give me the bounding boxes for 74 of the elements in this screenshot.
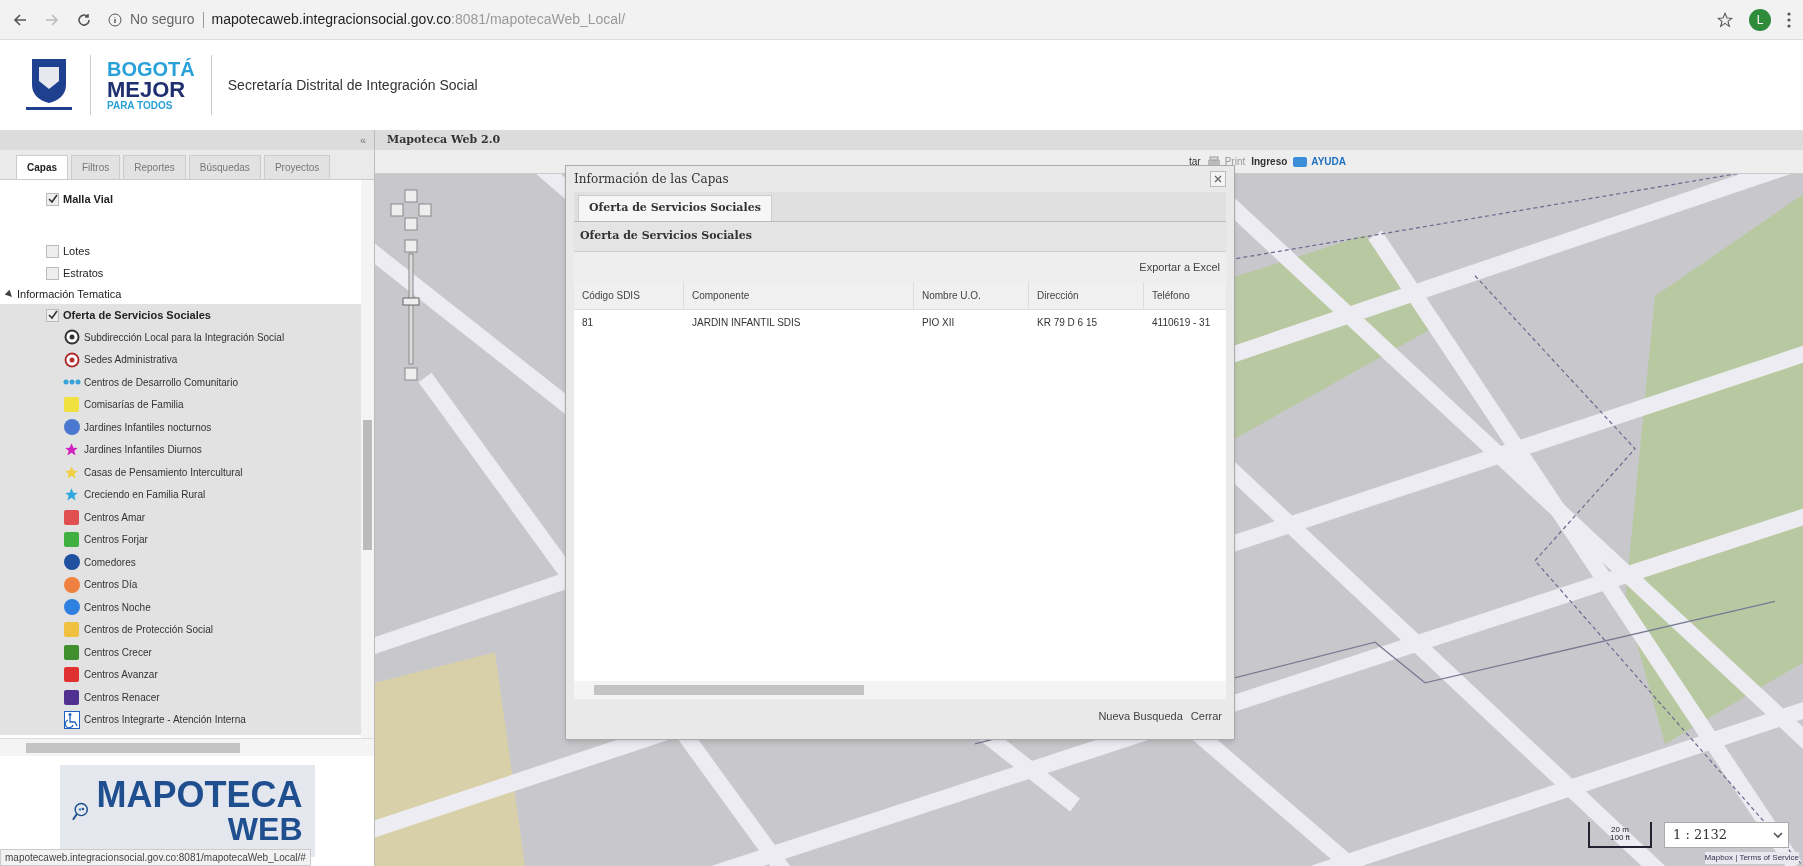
dialog-tab[interactable]: Oferta de Servicios Sociales — [578, 195, 772, 221]
close-button[interactable] — [1210, 171, 1226, 187]
legend-label: Centros Renacer — [84, 690, 160, 705]
legend-label: Comedores — [84, 555, 136, 570]
column-header[interactable]: Código SDIS — [574, 282, 684, 309]
legend-label: Jardines Infantiles nocturnos — [84, 420, 212, 435]
vertical-scrollbar[interactable] — [361, 180, 374, 738]
legend-label: Comisarías de Familia — [84, 398, 184, 413]
table-cell-text: JARDIN INFANTIL SDIS — [691, 315, 802, 330]
security-label: No seguro — [130, 10, 195, 29]
column-header[interactable]: Teléfono — [1144, 282, 1226, 309]
tree-label[interactable]: Oferta de Servicios Sociales — [63, 306, 211, 324]
tree-label[interactable]: Estratos — [63, 264, 104, 282]
panel-tab[interactable]: Búsquedas — [188, 155, 261, 179]
legend-label: Centros Avanzar — [84, 668, 158, 683]
checkbox[interactable] — [46, 192, 59, 206]
help-button[interactable]: AYUDA — [1293, 154, 1803, 169]
legend-label: Casas de Pensamiento Intercultural — [84, 465, 243, 480]
scale-bar: 20 m 100 ft — [1588, 822, 1652, 848]
close-icon — [1214, 175, 1222, 183]
legend-label: Jardines Infantiles Diurnos — [84, 443, 202, 458]
column-header[interactable]: Dirección — [1029, 282, 1144, 309]
toolbar-label[interactable]: tar — [1189, 154, 1201, 169]
panel-tab[interactable]: Reportes — [123, 155, 186, 179]
panel-tab[interactable]: Proyectos — [263, 155, 331, 179]
address-bar[interactable]: No seguro mapotecaweb.integracionsocial.gov.co:8081/mapotecaWeb_Local/ — [108, 9, 1701, 30]
panel-tab[interactable]: Capas — [16, 155, 68, 179]
login-button[interactable]: Ingreso — [1251, 154, 1288, 169]
horizontal-scrollbar[interactable] — [574, 681, 1226, 699]
legend-label: Centros Día — [84, 578, 138, 593]
scale-select[interactable]: 1 : 2132 — [1664, 822, 1789, 848]
checkbox[interactable] — [46, 244, 59, 258]
export-button[interactable]: Exportar a Excel — [1139, 258, 1220, 276]
url-text: mapotecaweb.integracionsocial.gov.co:8081/mapotecaWeb_Local/ — [211, 10, 626, 29]
star-icon[interactable] — [1717, 11, 1733, 28]
legend-label: Centros de Protección Social — [84, 623, 213, 638]
legend-label: Centros Crecer — [84, 645, 152, 660]
expand-toggle-icon[interactable] — [4, 289, 15, 299]
profile-avatar[interactable]: L — [1749, 8, 1771, 31]
legend-label: Centros Noche — [84, 600, 151, 615]
tree-label[interactable]: Malla Vial — [63, 190, 113, 208]
legend-label: Creciendo en Familia Rural — [84, 488, 206, 503]
legend-label: Centros Amar — [84, 510, 146, 525]
table-cell-text: KR 79 D 6 15 — [1036, 315, 1099, 330]
attribution-link[interactable]: Mapbox | Terms of Service — [1704, 852, 1799, 864]
section-title: Oferta de Servicios Sociales — [580, 228, 752, 245]
checkbox[interactable] — [46, 266, 59, 280]
dialog-button[interactable]: Nueva Busqueda — [1098, 707, 1183, 725]
table-cell-text: PIO XII — [921, 315, 956, 330]
app-title: Mapoteca Web 2.0 — [387, 131, 501, 148]
legend-label: Subdirección Local para la Integración Social — [84, 330, 285, 345]
column-header[interactable]: Componente — [684, 282, 914, 309]
table-cell-text: 4110619 - 31 — [1151, 315, 1212, 330]
legend-label: Centros Forjar — [84, 533, 148, 548]
checkbox[interactable] — [46, 308, 59, 322]
bogota-logo: BOGOTÁ MEJOR PARA TODOS — [107, 59, 195, 111]
dialog-button[interactable]: Cerrar — [1190, 707, 1222, 725]
caret-icon — [1772, 829, 1784, 841]
legend-label: Sedes Administrativa — [84, 353, 178, 368]
tree-label[interactable]: Lotes — [63, 242, 90, 260]
horizontal-scrollbar[interactable] — [0, 738, 374, 756]
dialog-title: Información de las Capas — [574, 171, 729, 188]
back-icon[interactable] — [12, 11, 28, 28]
column-header[interactable]: Nombre U.O. — [914, 282, 1029, 309]
menu-icon[interactable] — [1787, 11, 1791, 28]
info-icon — [108, 12, 122, 27]
site-title: Secretaría Distrital de Integración Social — [227, 75, 478, 95]
table-cell-text: 81 — [581, 315, 595, 330]
legend-label: Centros Integrarte - Atención Interna — [84, 713, 246, 728]
help-icon — [1293, 156, 1308, 167]
reload-icon[interactable] — [76, 11, 92, 28]
legend-label: Centros de Desarrollo Comunitario — [84, 375, 238, 390]
panel-tab[interactable]: Filtros — [71, 155, 121, 179]
tree-label[interactable]: Información Tematica — [17, 285, 122, 303]
